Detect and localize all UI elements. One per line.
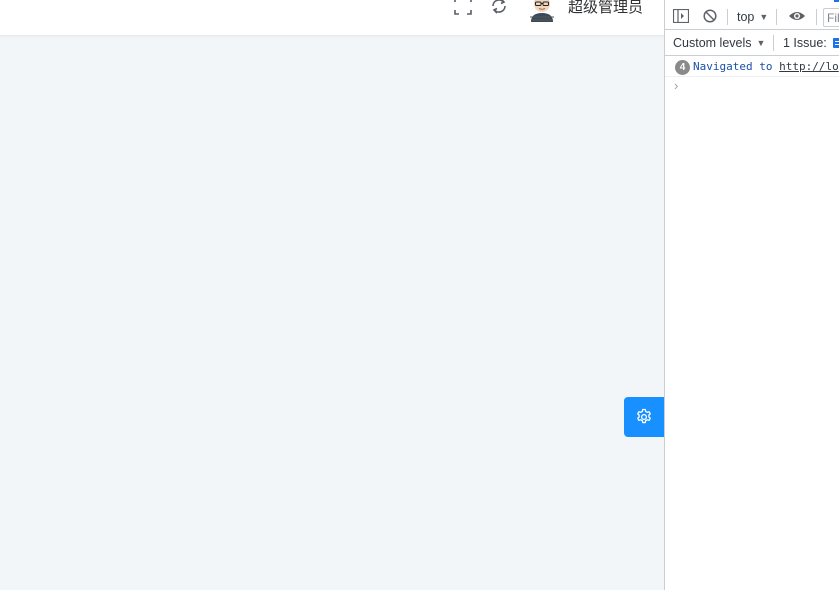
settings-button[interactable] xyxy=(624,397,664,437)
sidebar-toggle-icon[interactable] xyxy=(673,9,689,23)
message-link[interactable]: http://lo xyxy=(779,60,839,73)
refresh-icon[interactable] xyxy=(488,0,510,17)
log-levels-dropdown[interactable]: Custom levels ▼ xyxy=(673,34,765,52)
toolbar-divider xyxy=(773,35,774,51)
console-prompt[interactable]: › xyxy=(674,78,678,93)
user-name: 超级管理员 xyxy=(568,0,644,16)
log-levels-label: Custom levels xyxy=(673,36,752,50)
context-label: top xyxy=(737,10,755,24)
caret-down-icon: ▼ xyxy=(756,38,766,48)
app-header: 超级管理员 xyxy=(0,0,664,36)
issues-counter[interactable]: 1 Issue: xyxy=(783,34,839,52)
issue-message-icon xyxy=(832,38,839,48)
issues-label: 1 Issue: xyxy=(783,36,827,50)
active-tab-indicator xyxy=(834,0,839,2)
console-toolbar: top ▼ Filter xyxy=(665,4,839,30)
toolbar-divider xyxy=(816,9,817,25)
filter-input[interactable]: Filter xyxy=(823,8,839,27)
message-text: Navigated to http://lo xyxy=(693,60,839,74)
block-icon[interactable] xyxy=(703,9,717,23)
user-menu[interactable]: 超级管理员 xyxy=(528,0,643,22)
toolbar-divider xyxy=(727,9,728,25)
eye-icon[interactable] xyxy=(788,9,806,23)
message-label: Navigated to xyxy=(693,60,773,73)
console-toolbar-secondary: Custom levels ▼ 1 Issue: xyxy=(665,30,839,56)
app-area: 超级管理员 xyxy=(0,0,664,590)
caret-down-icon: ▼ xyxy=(759,12,769,22)
context-selector[interactable]: top ▼ xyxy=(737,8,768,26)
avatar xyxy=(530,0,554,22)
fullscreen-icon[interactable] xyxy=(452,0,474,17)
repeat-count-badge: 4 xyxy=(675,60,690,75)
console-message: 4 Navigated to http://lo xyxy=(665,57,839,77)
devtools-panel: top ▼ Filter Custom levels ▼ 1 Issue: 4 … xyxy=(664,0,839,590)
toolbar-divider xyxy=(776,9,777,25)
gear-icon xyxy=(637,408,651,424)
